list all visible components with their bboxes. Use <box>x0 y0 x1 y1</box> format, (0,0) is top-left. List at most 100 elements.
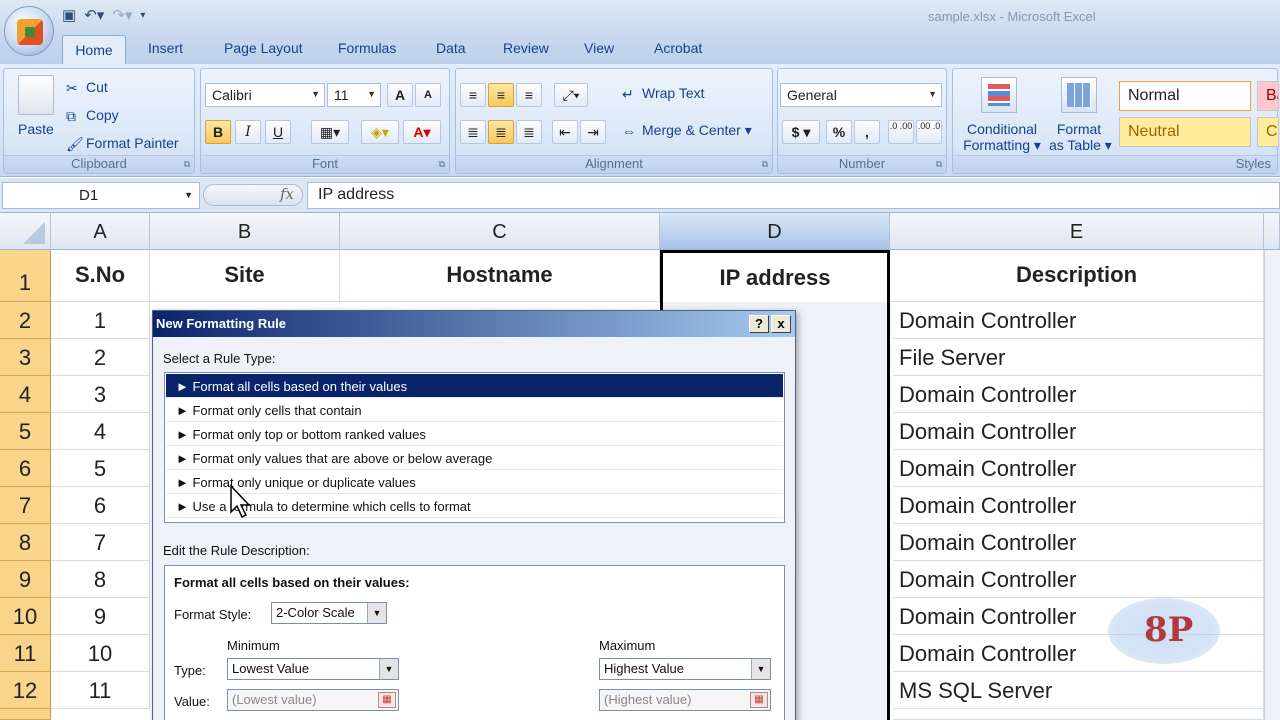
sno-cell[interactable]: 2 <box>51 339 150 376</box>
header-cell-description[interactable]: Description <box>890 250 1264 302</box>
wrap-text-button[interactable]: ↵ Wrap Text <box>622 85 705 102</box>
description-cell[interactable]: File Server <box>893 339 1264 376</box>
tab-data[interactable]: Data <box>436 40 466 56</box>
clipboard-launcher-icon[interactable]: ⧉ <box>184 159 190 170</box>
row-header[interactable]: 6 <box>0 450 51 487</box>
style-normal[interactable]: Normal <box>1119 81 1251 111</box>
vertical-scrollbar[interactable] <box>1264 250 1280 720</box>
formula-input[interactable]: IP address <box>307 182 1280 209</box>
name-box[interactable]: D1 ▼ <box>2 182 200 209</box>
tab-page-layout[interactable]: Page Layout <box>224 40 303 56</box>
format-as-table-button[interactable]: Format as Table ▾ <box>1049 121 1112 153</box>
sno-cell[interactable]: 1 <box>51 302 150 339</box>
row-header[interactable]: 5 <box>0 413 51 450</box>
row-header[interactable]: 2 <box>0 302 51 339</box>
font-name-select[interactable]: Calibri ▼ <box>205 83 325 107</box>
column-header-a[interactable]: A <box>51 213 150 250</box>
bold-button[interactable]: B <box>205 120 231 144</box>
currency-button[interactable]: $ ▾ <box>782 120 820 144</box>
tab-home[interactable]: Home <box>62 35 126 65</box>
office-button[interactable] <box>4 6 54 56</box>
cut-button[interactable]: ✂ Cut <box>66 79 108 96</box>
row-header[interactable]: 4 <box>0 376 51 413</box>
number-format-select[interactable]: General ▼ <box>780 83 942 107</box>
underline-button[interactable]: U <box>265 120 291 144</box>
decrease-indent-icon[interactable]: ⇤ <box>552 120 578 144</box>
sno-cell[interactable]: 6 <box>51 487 150 524</box>
maximum-type-select[interactable]: Highest Value ▼ <box>599 658 771 680</box>
column-header-d[interactable]: D <box>660 213 890 250</box>
minimum-value-input[interactable]: (Lowest value) ▦ <box>227 689 399 711</box>
tab-insert[interactable]: Insert <box>148 40 183 56</box>
redo-icon[interactable]: ↷▾ <box>112 6 132 24</box>
comma-button[interactable]: , <box>854 120 880 144</box>
style-calculation[interactable]: Ca <box>1257 117 1279 147</box>
rule-type-item[interactable]: ► Format all cells based on their values <box>166 374 783 398</box>
close-button[interactable]: x <box>771 315 791 333</box>
description-cell[interactable]: Domain Controller <box>893 450 1264 487</box>
copy-button[interactable]: ⧉ Copy <box>66 107 119 124</box>
column-header-b[interactable]: B <box>150 213 340 250</box>
customize-qat-icon[interactable]: ▾ <box>140 10 145 21</box>
merge-center-button[interactable]: ⇔ Merge & Center ▾ <box>622 122 752 139</box>
font-size-select[interactable]: 11 ▼ <box>327 83 381 107</box>
align-left-icon[interactable]: ≣ <box>460 120 486 144</box>
row-header[interactable]: 12 <box>0 672 51 709</box>
header-cell-hostname[interactable]: Hostname <box>340 250 660 302</box>
column-header-e[interactable]: E <box>890 213 1264 250</box>
tab-review[interactable]: Review <box>503 40 549 56</box>
header-cell-sno[interactable]: S.No <box>51 250 150 302</box>
paste-icon[interactable] <box>18 75 54 115</box>
sno-cell[interactable]: 5 <box>51 450 150 487</box>
decrease-decimal-button[interactable]: .00 .0 <box>916 120 942 144</box>
sno-cell[interactable]: 4 <box>51 413 150 450</box>
conditional-formatting-button[interactable]: Conditional Formatting ▾ <box>963 121 1041 153</box>
description-cell[interactable]: MS SQL Server <box>893 672 1264 709</box>
rule-type-item[interactable]: ► Format only unique or duplicate values <box>166 470 783 494</box>
help-button[interactable]: ? <box>749 315 769 333</box>
alignment-launcher-icon[interactable]: ⧉ <box>762 159 768 170</box>
align-middle-icon[interactable]: ≡ <box>488 83 514 107</box>
sno-cell[interactable]: 10 <box>51 635 150 672</box>
header-cell-ip-address[interactable]: IP address <box>660 250 890 302</box>
align-right-icon[interactable]: ≣ <box>516 120 542 144</box>
save-icon[interactable]: ▣ <box>62 6 76 24</box>
description-cell[interactable]: Domain Controller <box>893 561 1264 598</box>
format-painter-button[interactable]: 🖌 Format Painter <box>66 135 179 152</box>
shrink-font-button[interactable]: A <box>415 83 441 107</box>
sno-cell[interactable]: 3 <box>51 376 150 413</box>
column-header-c[interactable]: C <box>340 213 660 250</box>
font-color-icon[interactable]: A▾ <box>403 120 441 144</box>
number-launcher-icon[interactable]: ⧉ <box>936 159 942 170</box>
paste-button[interactable]: Paste <box>18 121 54 137</box>
row-header[interactable]: 1 <box>0 250 51 302</box>
increase-indent-icon[interactable]: ⇥ <box>580 120 606 144</box>
style-bad[interactable]: Ba <box>1257 81 1279 111</box>
description-cell[interactable]: Domain Controller <box>893 709 1264 720</box>
description-cell[interactable]: Domain Controller <box>893 524 1264 561</box>
sno-cell[interactable]: 9 <box>51 598 150 635</box>
italic-button[interactable]: I <box>235 120 261 144</box>
align-top-icon[interactable]: ≡ <box>460 83 486 107</box>
range-picker-icon[interactable]: ▦ <box>378 692 396 708</box>
minimum-type-select[interactable]: Lowest Value ▼ <box>227 658 399 680</box>
description-cell[interactable]: Domain Controller <box>893 302 1264 339</box>
row-header[interactable]: 13 <box>0 709 51 720</box>
rule-type-item[interactable]: ► Use a formula to determine which cells… <box>166 494 783 518</box>
align-bottom-icon[interactable]: ≡ <box>516 83 542 107</box>
rule-type-item[interactable]: ► Format only cells that contain <box>166 398 783 422</box>
description-cell[interactable]: Domain Controller <box>893 487 1264 524</box>
select-all-corner[interactable] <box>0 213 51 250</box>
header-cell-site[interactable]: Site <box>150 250 340 302</box>
description-cell[interactable]: Domain Controller <box>893 376 1264 413</box>
column-header-f[interactable] <box>1264 213 1280 250</box>
percent-button[interactable]: % <box>826 120 852 144</box>
increase-decimal-button[interactable]: .0 .00 <box>888 120 914 144</box>
rule-type-item[interactable]: ► Format only top or bottom ranked value… <box>166 422 783 446</box>
row-header[interactable]: 10 <box>0 598 51 635</box>
row-header[interactable]: 9 <box>0 561 51 598</box>
rule-type-item[interactable]: ► Format only values that are above or b… <box>166 446 783 470</box>
range-picker-icon[interactable]: ▦ <box>750 692 768 708</box>
conditional-formatting-icon[interactable] <box>981 77 1017 113</box>
style-neutral[interactable]: Neutral <box>1119 117 1251 147</box>
